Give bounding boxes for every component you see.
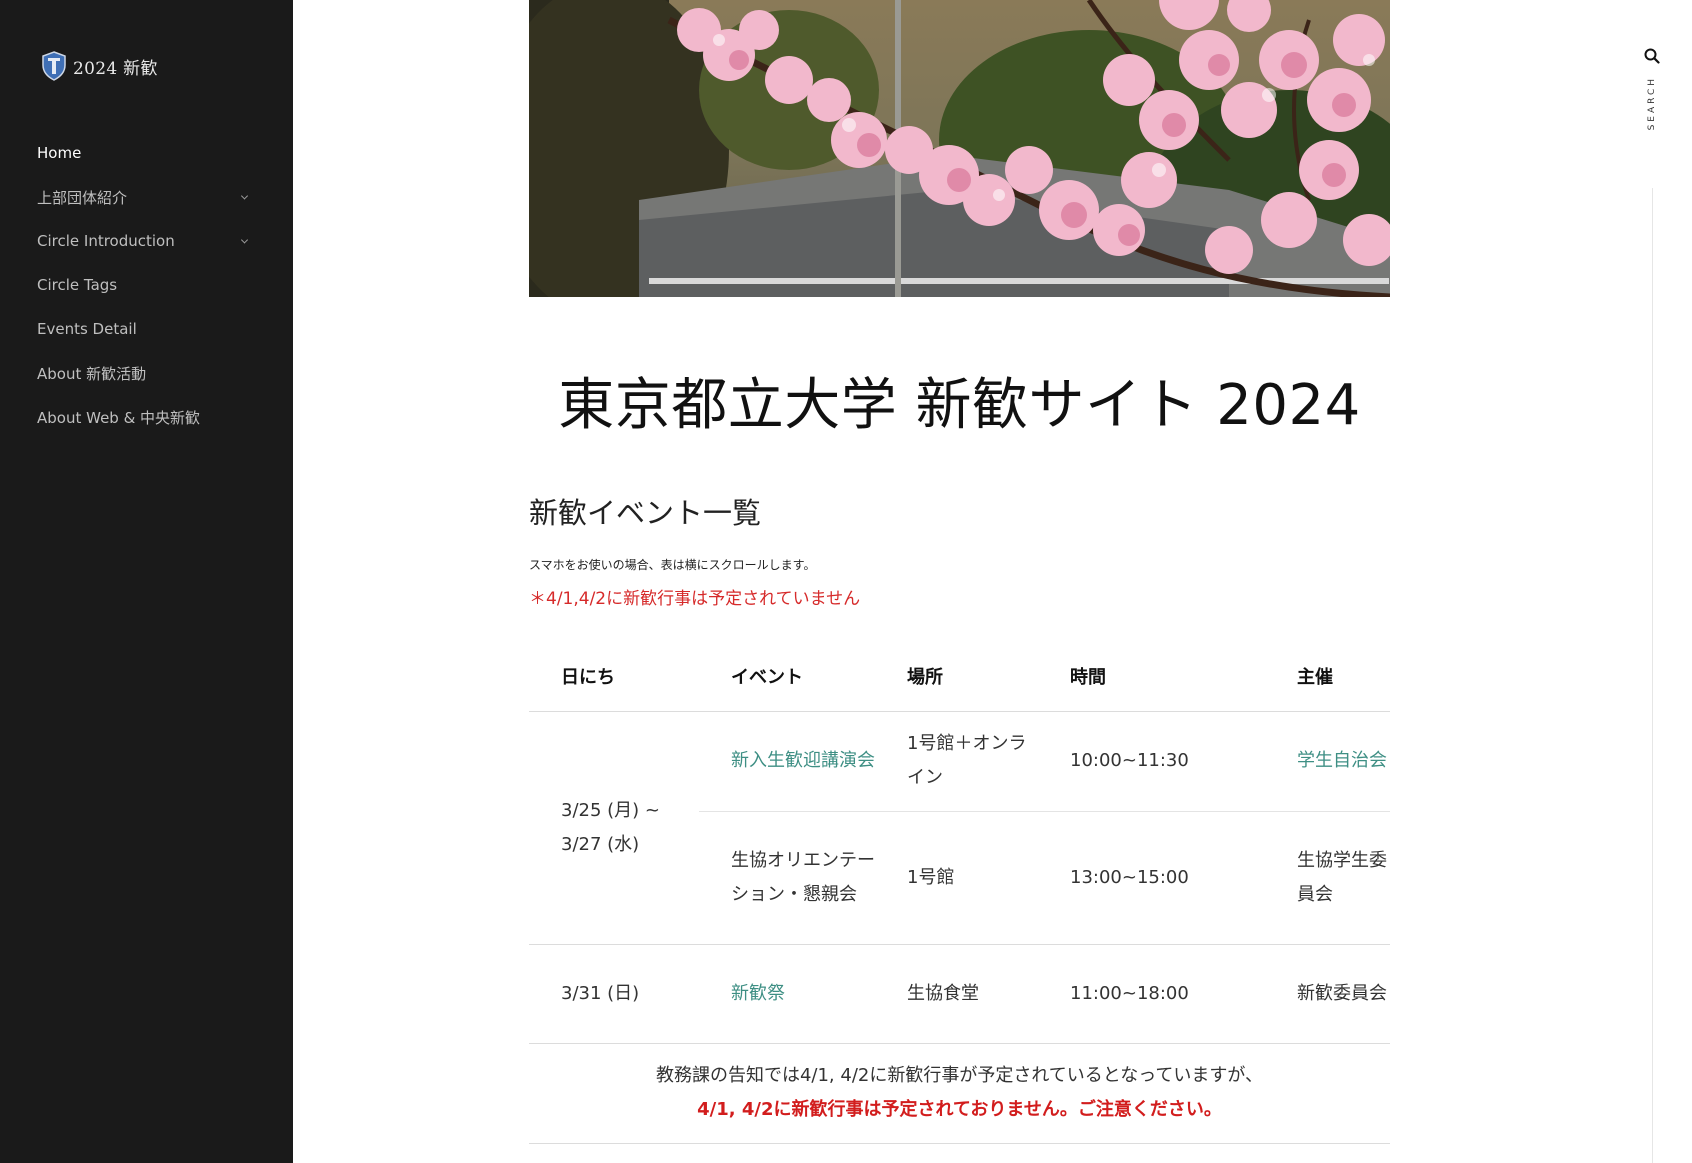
table-row: 3/25 (月) ~ 3/27 (水) 新入生歓迎講演会 1号館＋オンライン 1… [529,711,1390,945]
hero-image [529,0,1390,297]
logo-text: 2024 新歓 [73,58,158,79]
place-cell: 1号館＋オンライン [875,711,1038,812]
date-cell: 3/25 (月) ~ 3/27 (水) [529,711,699,945]
nav-item-home[interactable]: Home [37,131,257,175]
nav-item-about-shinkan[interactable]: About 新歓活動 [37,351,257,395]
organizer-cell: 学生自治会 [1265,711,1390,812]
notice-text: 教務課の告知では4/1, 4/2に新歓行事が予定されているとなっていますが、 [655,1065,1264,1086]
scroll-note: スマホをお使いの場合、表は横にスクロールします。 [529,558,816,572]
nav-item-organizations[interactable]: 上部団体紹介 [37,175,257,219]
rail-divider [1652,188,1653,1163]
events-table: 日にち イベント 場所 時間 主催 3/25 (月) ~ 3/27 (水) 新入… [529,642,1390,1144]
notice-row: 教務課の告知では4/1, 4/2に新歓行事が予定されているとなっていますが、 4… [529,1043,1390,1144]
event-cell: 新歓祭 [699,944,875,1044]
nav-item-circle-tags[interactable]: Circle Tags [37,263,257,307]
nav-item-label: About 新歓活動 [37,364,147,383]
search-label: SEARCH [1647,76,1657,131]
shield-logo-icon [42,51,66,81]
organizer-link[interactable]: 学生自治会 [1297,750,1387,771]
chevron-down-icon[interactable] [240,192,249,200]
site-logo[interactable]: 2024 新歓 [41,51,158,81]
time-cell: 10:00~11:30 [1038,711,1265,812]
header-event: イベント [699,642,875,712]
search-toggle[interactable]: SEARCH [1640,48,1664,130]
nav-item-about-web[interactable]: About Web & 中央新歓 [37,395,257,439]
time-cell: 13:00~15:00 [1038,811,1265,945]
notice-cell: 教務課の告知では4/1, 4/2に新歓行事が予定されているとなっていますが、 4… [529,1043,1390,1144]
nav-item-label: Events Detail [37,320,137,338]
chevron-down-icon[interactable] [240,236,249,244]
nav-item-label: Circle Tags [37,276,118,294]
event-cell: 生協オリエンテーション・懇親会 [699,811,875,945]
event-link[interactable]: 新入生歓迎講演会 [731,750,875,771]
header-date: 日にち [529,642,699,712]
header-place: 場所 [875,642,1038,712]
sidebar: 2024 新歓 Home 上部団体紹介 Circle Introduction … [0,0,293,1163]
date-text: 3/25 (月) ~ 3/27 (水) [561,799,660,855]
date-cell: 3/31 (日) [529,944,699,1044]
search-icon[interactable] [1644,48,1660,64]
time-cell: 11:00~18:00 [1038,944,1265,1044]
nav-item-label: About Web & 中央新歓 [37,408,201,427]
section-heading: 新歓イベント一覧 [529,496,762,530]
cherry-blossom-photo [529,0,1390,297]
nav-item-events-detail[interactable]: Events Detail [37,307,257,351]
table-header-row: 日にち イベント 場所 時間 主催 [529,642,1390,712]
header-time: 時間 [1038,642,1265,712]
nav-item-label: Circle Introduction [37,232,175,250]
notice-warning: 4/1, 4/2に新歓行事は予定されておりません。ご注意ください。 [697,1099,1222,1120]
site-title: 東京都立大学 新歓サイト 2024 [558,373,1361,438]
table-row: 3/31 (日) 新歓祭 生協食堂 11:00~18:00 新歓委員会 [529,944,1390,1044]
nav-item-label: Home [37,144,82,162]
organizer-cell: 生協学生委員会 [1265,811,1390,945]
event-cell: 新入生歓迎講演会 [699,711,875,812]
place-cell: 1号館 [875,811,1038,945]
main-nav: Home 上部団体紹介 Circle Introduction Circle T… [37,131,257,439]
nav-item-label: 上部団体紹介 [37,188,128,207]
place-cell: 生協食堂 [875,944,1038,1044]
organizer-cell: 新歓委員会 [1265,944,1390,1044]
alert-note: ＊4/1,4/2に新歓行事は予定されていません [529,589,861,609]
header-organizer: 主催 [1265,642,1390,712]
event-link[interactable]: 新歓祭 [731,983,785,1004]
nav-item-circle-introduction[interactable]: Circle Introduction [37,219,257,263]
